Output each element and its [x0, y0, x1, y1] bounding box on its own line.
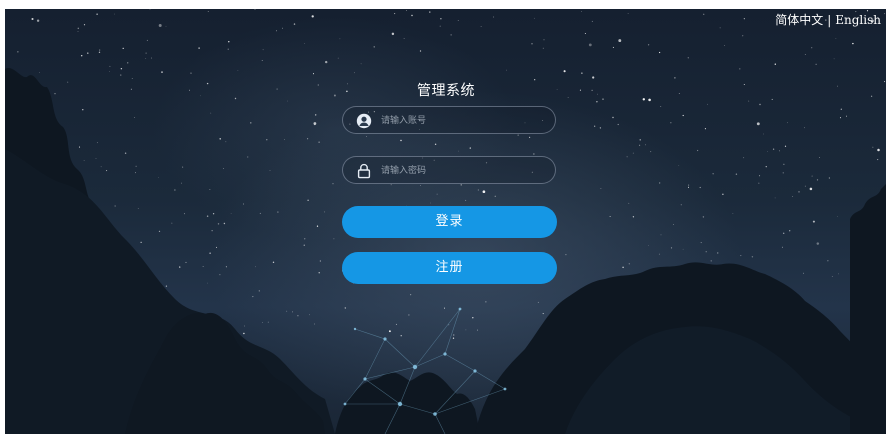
username-input[interactable]	[379, 107, 551, 135]
register-button[interactable]: 注册	[342, 252, 557, 284]
password-input[interactable]	[379, 157, 551, 185]
lock-icon	[357, 163, 371, 179]
lang-simplified-chinese-link[interactable]: 简体中文	[775, 13, 823, 27]
language-switcher: 简体中文 | English	[775, 11, 881, 28]
login-button[interactable]: 登录	[342, 206, 557, 238]
user-icon	[356, 113, 372, 129]
password-field[interactable]	[342, 156, 556, 185]
page-title: 管理系统	[417, 83, 475, 99]
lang-separator: |	[827, 13, 832, 27]
login-screen: 简体中文 |English 管理系统 登录 注册	[0, 0, 891, 434]
username-field[interactable]	[342, 106, 556, 135]
lang-english-link[interactable]: English	[835, 13, 881, 27]
